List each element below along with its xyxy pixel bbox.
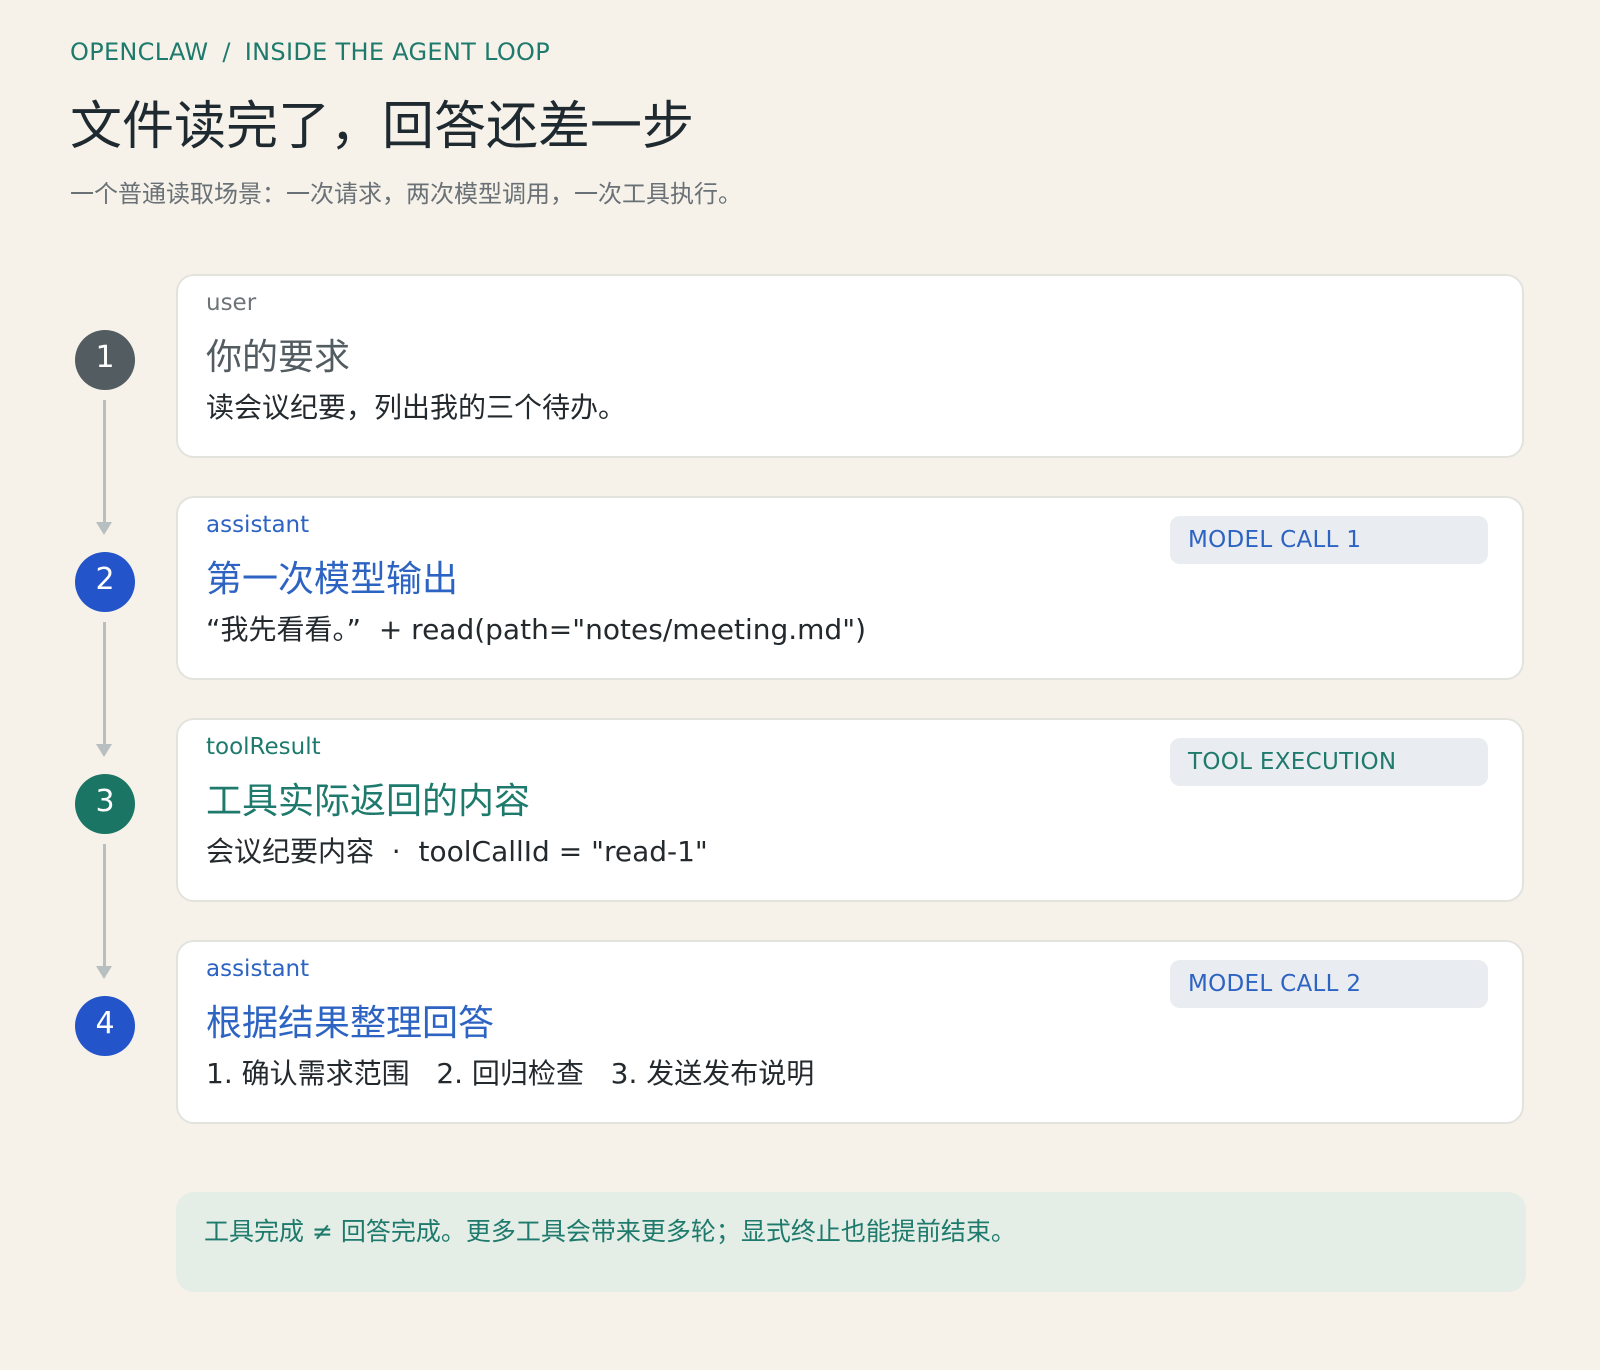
- step-body: 1. 确认需求范围 2. 回归检查 3. 发送发布说明: [206, 1057, 815, 1090]
- step-role: user: [206, 290, 257, 316]
- step-number-3: 3: [75, 774, 135, 834]
- step-role: toolResult: [206, 734, 321, 760]
- connector-1-2: [103, 400, 106, 523]
- step-card-model-call-1: assistant 第一次模型输出 “我先看看。” + read(path="n…: [176, 496, 1524, 680]
- page-subtitle: 一个普通读取场景：一次请求，两次模型调用，一次工具执行。: [70, 180, 742, 208]
- breadcrumb: OPENCLAW / INSIDE THE AGENT LOOP: [70, 38, 550, 66]
- step-badge: MODEL CALL 1: [1170, 516, 1488, 564]
- step-card-model-call-2: assistant 根据结果整理回答 1. 确认需求范围 2. 回归检查 3. …: [176, 940, 1524, 1124]
- page-title: 文件读完了，回答还差一步: [70, 97, 695, 157]
- step-number-4: 4: [75, 996, 135, 1056]
- step-body: 会议纪要内容 · toolCallId = "read-1": [206, 835, 708, 868]
- step-card-user-request: user 你的要求 读会议纪要，列出我的三个待办。: [176, 274, 1524, 458]
- step-card-tool-result: toolResult 工具实际返回的内容 会议纪要内容 · toolCallId…: [176, 718, 1524, 902]
- summary-note: 工具完成 ≠ 回答完成。更多工具会带来更多轮；显式终止也能提前结束。: [176, 1192, 1526, 1292]
- step-number-2: 2: [75, 552, 135, 612]
- step-badge: TOOL EXECUTION: [1170, 738, 1488, 786]
- breadcrumb-product: OPENCLAW: [70, 38, 209, 66]
- breadcrumb-separator: /: [222, 38, 231, 66]
- step-heading: 第一次模型输出: [206, 559, 459, 600]
- breadcrumb-section: INSIDE THE AGENT LOOP: [244, 38, 550, 66]
- step-heading: 你的要求: [206, 337, 351, 378]
- step-role: assistant: [206, 512, 310, 538]
- connector-2-3: [103, 622, 106, 745]
- step-heading: 根据结果整理回答: [206, 1003, 495, 1044]
- step-number-1: 1: [75, 330, 135, 390]
- connector-3-4: [103, 844, 106, 967]
- arrow-1-2: [96, 522, 112, 535]
- step-heading: 工具实际返回的内容: [206, 781, 531, 822]
- arrow-3-4: [96, 966, 112, 979]
- arrow-2-3: [96, 744, 112, 757]
- step-badge: MODEL CALL 2: [1170, 960, 1488, 1008]
- step-body: 读会议纪要，列出我的三个待办。: [206, 391, 627, 424]
- step-role: assistant: [206, 956, 310, 982]
- step-body: “我先看看。” + read(path="notes/meeting.md"): [206, 613, 867, 646]
